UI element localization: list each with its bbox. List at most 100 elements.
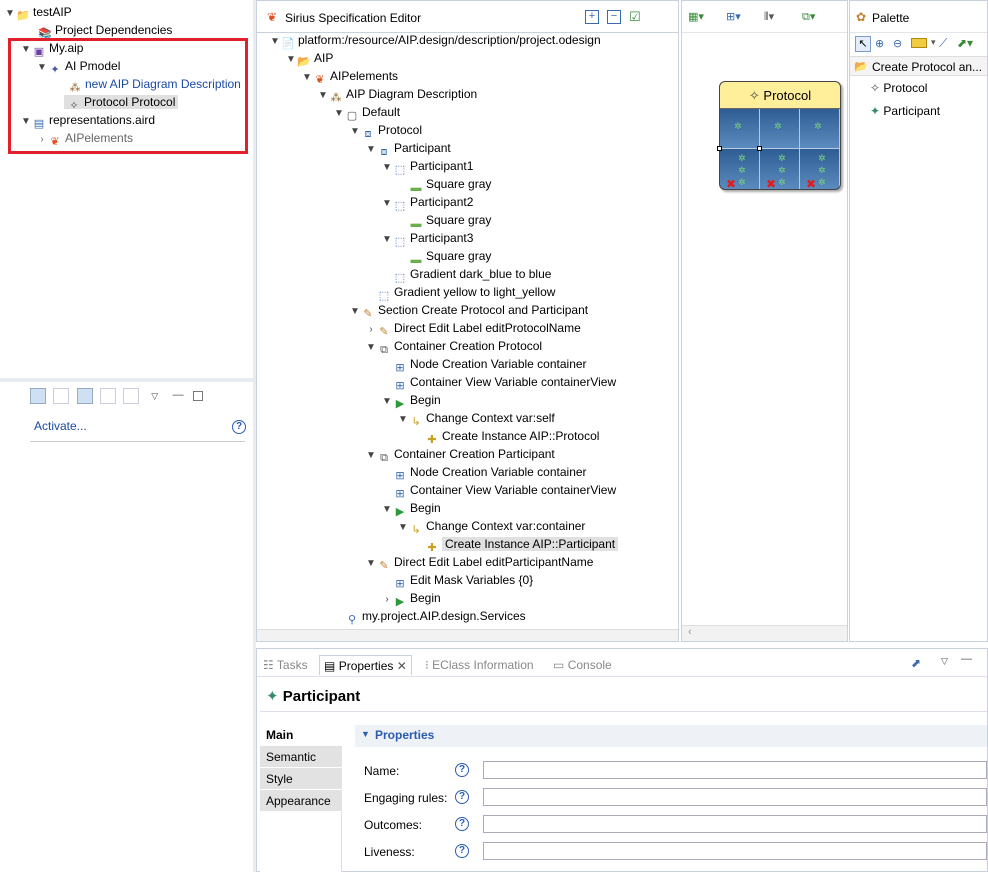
tab-semantic[interactable]: Semantic [260,746,342,768]
tab-console[interactable]: ▭ Console [553,655,612,675]
tree-item-testaip[interactable]: ▼📁 testAIP [4,3,72,23]
participant-node[interactable]: ✲ ✲ ✲ ✖ [800,149,840,189]
tree-view-icon[interactable] [30,388,46,404]
pin-view-icon[interactable]: ⬈ [911,656,921,670]
tree-item[interactable]: ▼ ⁂ AIP Diagram Description [317,85,477,105]
expand-arrow-icon[interactable]: ▼ [349,123,361,141]
layout-icon[interactable]: ▦▾ [688,10,704,23]
help-icon[interactable]: ? [455,790,469,804]
expand-arrow-icon[interactable]: ▼ [317,87,329,105]
expand-all-icon[interactable]: + [585,10,599,24]
tree-item[interactable]: ⊞ Node Creation Variable container [381,463,586,482]
tree-item[interactable]: ⬚ Gradient yellow to light_yellow [365,283,556,302]
expand-arrow-icon[interactable]: ▼ [381,501,393,519]
engaging-rules-field[interactable] [483,788,987,806]
expand-arrow-icon[interactable]: ▼ [269,33,281,51]
expand-arrow-icon[interactable]: ▼ [397,519,409,537]
tree-item[interactable]: › ✎ Direct Edit Label editProtocolName [365,319,580,338]
resize-handle[interactable] [717,146,722,151]
view-menu-icon[interactable]: ▽ [941,656,948,667]
tree-item-project-dependencies[interactable]: 📚 Project Dependencies [38,21,172,40]
expand-arrow-icon[interactable]: ▼ [365,339,377,357]
tab-main[interactable]: Main [260,724,342,746]
expand-arrow-icon[interactable]: ▼ [4,5,16,23]
tab-tasks[interactable]: ☷ Tasks [263,655,308,675]
tree-item[interactable]: ▼ ✎ Section Create Protocol and Participan… [349,301,588,321]
participant-node[interactable]: ✲ [720,109,760,149]
expand-arrow-icon[interactable]: ▼ [349,303,361,321]
select-tool-icon[interactable]: ↖ [855,36,871,52]
minimize-icon[interactable]: — [170,388,186,404]
expand-arrow-icon[interactable]: ▼ [285,51,297,69]
tree-item[interactable]: ⊞ Node Creation Variable container [381,355,586,374]
pin-tool-icon[interactable]: ⬈▾ [957,36,973,50]
tree-item[interactable]: ▼ ▢ Default [333,103,400,123]
expand-arrow-icon[interactable]: ▼ [333,105,345,123]
help-icon[interactable]: ? [232,420,246,434]
tree-item[interactable]: ▼ ⬚ Participant1 [381,157,473,176]
tab-eclass-information[interactable]: ⁝ EClass Information [425,655,534,675]
chevron-down-icon[interactable]: ▽ [147,388,163,404]
tree-item[interactable]: ▼ ⧉ Container Creation Protocol [365,337,542,357]
help-icon[interactable]: ? [455,844,469,858]
align-icon[interactable]: ⫴▾ [764,10,774,24]
tree-item[interactable]: ▼📄 platform:/resource/AIP.design/descript… [269,31,601,51]
participant-node[interactable]: ✲ [760,109,800,149]
liveness-field[interactable] [483,842,987,860]
zoom-in-icon[interactable]: ⊕ [875,37,884,50]
tree-item[interactable]: ▼ ⧈ Protocol [349,121,422,141]
expand-arrow-icon[interactable]: ▼ [365,447,377,465]
help-icon[interactable]: ? [455,763,469,777]
tree-item[interactable]: ▼ ⧉ Container Creation Participant [365,445,555,465]
tree-item[interactable]: ▼ ⧈ Participant [365,139,451,159]
diagram-scrollbar[interactable]: ‹ [682,625,847,641]
tree-item[interactable]: ⚲ my.project.AIP.design.Services [333,607,526,626]
expand-arrow-icon[interactable]: ▼ [381,393,393,411]
horizontal-scrollbar[interactable] [257,629,678,641]
scroll-left-icon[interactable]: ‹ [688,626,692,638]
tree-item[interactable]: ▬ Square gray [397,175,492,194]
name-field[interactable] [483,761,987,779]
expand-arrow-icon[interactable]: ▼ [301,69,313,87]
expand-arrow-icon[interactable]: ▼ [365,555,377,573]
tree-item[interactable]: ▼ ⬚ Participant3 [381,229,473,249]
properties-section-header[interactable]: ▼ Properties [355,725,987,747]
connection-tool-icon[interactable]: ⟋ [939,36,947,51]
maximize-icon[interactable] [193,391,204,401]
tree-item[interactable]: ▼ ↳ Change Context var:self [397,409,555,429]
link-icon[interactable] [100,388,117,404]
layers-icon[interactable] [123,388,140,404]
tree-item[interactable]: ▬ Square gray [397,247,492,266]
collapse-arrow-icon[interactable]: ▼ [361,729,370,739]
minimize-icon[interactable]: — [961,653,972,665]
expand-arrow-icon[interactable]: ▼ [397,411,409,429]
tree-item[interactable]: › ▶ Begin [381,589,440,608]
validate-icon[interactable]: ☑ [629,9,641,25]
collapse-all-icon[interactable]: − [607,10,621,24]
chevron-down-icon[interactable]: ▾ [931,37,936,48]
tree-item[interactable]: ✚ Create Instance AIP::Participant [413,535,619,554]
zoom-out-icon[interactable]: ⊖ [893,37,902,50]
participant-node[interactable]: ✲ ✲ ✲ ✖ [760,149,800,189]
filter-icon[interactable] [76,388,93,404]
tree-item[interactable]: ▼ ↳ Change Context var:container [397,517,585,537]
arrange-icon[interactable]: ⊞▾ [726,10,741,23]
palette-item-protocol[interactable]: ✧ Protocol [870,81,927,95]
expand-arrow-icon[interactable]: ▼ [365,141,377,159]
tab-style[interactable]: Style [260,768,342,790]
tree-item[interactable]: ▼ ▶ Begin [381,499,441,519]
participant-node[interactable]: ✲ [800,109,840,149]
tree-item[interactable]: ⊞ Container View Variable containerView [381,373,616,392]
help-icon[interactable]: ? [455,817,469,831]
tab-appearance[interactable]: Appearance [260,790,342,812]
expand-arrow-icon[interactable]: ▼ [381,231,393,249]
editor-tab[interactable]: ❦ Sirius Specification Editor + − ☑ [257,1,678,33]
protocol-node-header[interactable]: ✧ Protocol [720,82,840,109]
tree-item[interactable]: ⊞ Container View Variable containerView [381,481,616,500]
tree-item[interactable]: ▬ Square gray [397,211,492,230]
protocol-container-node[interactable]: ✧ Protocol ✲ ✲ ✲ ✲ ✲ ✲ ✖ ✲ ✲ ✲ ✖ ✲ ✲ ✲ ✖ [719,81,841,190]
distribute-icon[interactable]: ⧉▾ [802,10,815,24]
tree-item[interactable]: ⬚ Gradient dark_blue to blue [381,265,552,284]
palette-item-participant[interactable]: ✦ Participant [870,104,940,118]
activate-link[interactable]: Activate... [34,419,87,433]
